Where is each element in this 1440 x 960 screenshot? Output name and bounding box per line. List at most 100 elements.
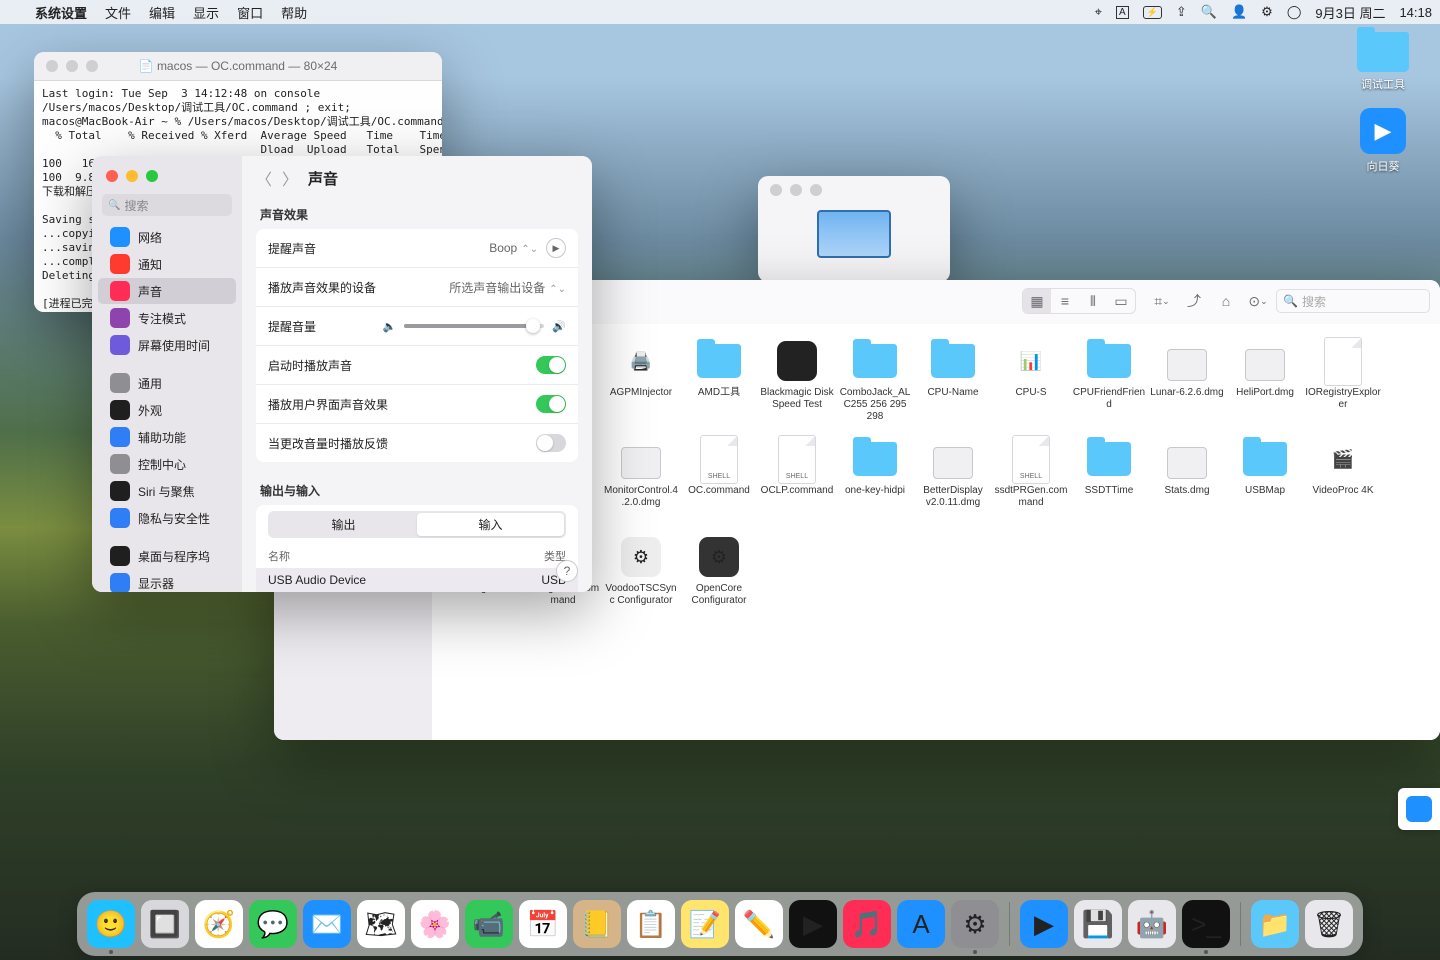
menu-help[interactable]: 帮助: [272, 3, 316, 22]
sidebar-item[interactable]: 专注模式: [98, 305, 236, 331]
sidebar-item[interactable]: 辅助功能: [98, 424, 236, 450]
sidebar-item[interactable]: 网络: [98, 224, 236, 250]
sidebar-item[interactable]: 声音: [98, 278, 236, 304]
finder-item[interactable]: ⏱Blackmagic Disk Speed Test: [758, 338, 836, 430]
alert-sound-select[interactable]: Boop⌃⌄: [489, 241, 538, 255]
dock-notes[interactable]: 📝: [681, 900, 729, 948]
settings-search[interactable]: 搜索: [102, 194, 232, 216]
finder-item[interactable]: 🖨️AGPMInjector: [602, 338, 680, 430]
menu-view[interactable]: 显示: [184, 3, 228, 22]
finder-item[interactable]: 📊CPU-S: [992, 338, 1070, 430]
finder-item[interactable]: HeliPort.dmg: [1226, 338, 1304, 430]
finder-item[interactable]: Lunar-6.2.6.dmg: [1148, 338, 1226, 430]
finder-item[interactable]: MonitorControl.4.2.0.dmg: [602, 436, 680, 528]
dock-downloads[interactable]: 📁: [1251, 900, 1299, 948]
sidebar-item[interactable]: 桌面与程序坞: [98, 543, 236, 569]
sidebar-item[interactable]: 通知: [98, 251, 236, 277]
close-button[interactable]: [46, 60, 58, 72]
status-users-icon[interactable]: 👤: [1231, 4, 1247, 20]
close-button[interactable]: [106, 170, 118, 182]
status-spotlight-icon[interactable]: 🔍: [1201, 4, 1217, 20]
sunlogin-widget[interactable]: [1398, 788, 1440, 830]
finder-item[interactable]: SHELLssdtPRGen.command: [992, 436, 1070, 528]
alert-volume-slider[interactable]: [404, 324, 544, 328]
finder-item[interactable]: SSDTTime: [1070, 436, 1148, 528]
status-siri-icon[interactable]: ◯: [1287, 4, 1302, 20]
view-mode-group[interactable]: ▦ ≡ ⫴ ▭: [1022, 288, 1136, 314]
status-shortcuts-icon[interactable]: ⇪: [1176, 4, 1187, 20]
finder-item[interactable]: BetterDisplay v2.0.11.dmg: [914, 436, 992, 528]
finder-item[interactable]: SHELLOCLP.command: [758, 436, 836, 528]
status-cursor-icon[interactable]: ⌖: [1095, 4, 1102, 20]
dock-maps[interactable]: 🗺: [357, 900, 405, 948]
play-device-select[interactable]: 所选声音输出设备⌃⌄: [449, 279, 566, 296]
sidebar-item[interactable]: 通用: [98, 370, 236, 396]
close-button[interactable]: [770, 184, 782, 196]
dock-sunlogin[interactable]: ▶: [1020, 900, 1068, 948]
finder-item[interactable]: IORegistryExplorer: [1304, 338, 1382, 430]
dock-photos[interactable]: 🌸: [411, 900, 459, 948]
dock-calendar[interactable]: 📅: [519, 900, 567, 948]
finder-item[interactable]: AMD工具: [680, 338, 758, 430]
device-row[interactable]: USB Audio DeviceUSB: [256, 568, 578, 592]
ui-sound-toggle[interactable]: [536, 395, 566, 413]
status-control-center-icon[interactable]: ⚙: [1261, 4, 1273, 20]
finder-item[interactable]: 🎬VideoProc 4K: [1304, 436, 1382, 528]
finder-item[interactable]: ComboJack_ALC255 256 295 298: [836, 338, 914, 430]
zoom-button[interactable]: [146, 170, 158, 182]
nav-back-icon[interactable]: 〈: [256, 166, 272, 190]
dock-finder[interactable]: 🙂: [87, 900, 135, 948]
status-input-icon[interactable]: A: [1116, 6, 1129, 19]
seg-input[interactable]: 输入: [417, 513, 564, 536]
menu-window[interactable]: 窗口: [228, 3, 272, 22]
dock-music[interactable]: 🎵: [843, 900, 891, 948]
dock-trash[interactable]: 🗑: [1305, 900, 1353, 948]
finder-item[interactable]: one-key-hidpi: [836, 436, 914, 528]
menu-edit[interactable]: 编辑: [140, 3, 184, 22]
volume-feedback-toggle[interactable]: [536, 434, 566, 452]
finder-item[interactable]: SHELLOC.command: [680, 436, 758, 528]
dock-automator[interactable]: 🤖: [1128, 900, 1176, 948]
dock-mail[interactable]: ✉️: [303, 900, 351, 948]
io-segmented-control[interactable]: 输出 输入: [268, 511, 566, 538]
system-settings-window[interactable]: 搜索 网络通知声音专注模式屏幕使用时间通用外观辅助功能控制中心Siri 与聚焦隐…: [92, 156, 592, 592]
help-button[interactable]: ?: [556, 560, 578, 582]
share-icon[interactable]: ⤴: [1180, 289, 1208, 313]
finder-search[interactable]: 🔍 搜索: [1276, 289, 1430, 313]
sidebar-item[interactable]: Siri 与聚焦: [98, 478, 236, 504]
dock-diskutil[interactable]: 💾: [1074, 900, 1122, 948]
finder-item[interactable]: USBMap: [1226, 436, 1304, 528]
view-gallery-icon[interactable]: ▭: [1107, 289, 1135, 313]
sidebar-item[interactable]: 显示器: [98, 570, 236, 592]
action-icon[interactable]: ⊙⌄: [1244, 289, 1272, 313]
status-date[interactable]: 9月3日 周二: [1315, 3, 1385, 22]
minimize-button[interactable]: [126, 170, 138, 182]
tag-icon[interactable]: ⌂: [1212, 289, 1240, 313]
play-alert-button[interactable]: ▶: [546, 238, 566, 258]
minimize-button[interactable]: [66, 60, 78, 72]
dock-messages[interactable]: 💬: [249, 900, 297, 948]
view-list-icon[interactable]: ≡: [1051, 289, 1079, 313]
dock-launchpad[interactable]: 🔲: [141, 900, 189, 948]
about-mac-window[interactable]: [758, 176, 950, 282]
finder-item[interactable]: CPUFriendFriend: [1070, 338, 1148, 430]
view-column-icon[interactable]: ⫴: [1079, 289, 1107, 313]
finder-item[interactable]: ⚙VoodooTSCSync Configurator: [602, 534, 680, 626]
desktop-app-sunlogin[interactable]: ▶ 向日葵: [1346, 108, 1420, 174]
status-battery-icon[interactable]: ⚡: [1143, 6, 1162, 19]
finder-item[interactable]: Stats.dmg: [1148, 436, 1226, 528]
menu-file[interactable]: 文件: [96, 3, 140, 22]
dock-reminders[interactable]: 📋: [627, 900, 675, 948]
dock-facetime[interactable]: 📹: [465, 900, 513, 948]
terminal-titlebar[interactable]: 📄 macos — OC.command — 80×24: [34, 52, 442, 81]
startup-sound-toggle[interactable]: [536, 356, 566, 374]
sidebar-item[interactable]: 外观: [98, 397, 236, 423]
group-by-icon[interactable]: ⌗⌄: [1148, 289, 1176, 313]
zoom-button[interactable]: [810, 184, 822, 196]
sidebar-item[interactable]: 隐私与安全性: [98, 505, 236, 531]
zoom-button[interactable]: [86, 60, 98, 72]
finder-item[interactable]: ⚙OpenCore Configurator: [680, 534, 758, 626]
dock-safari[interactable]: 🧭: [195, 900, 243, 948]
finder-item[interactable]: CPU-Name: [914, 338, 992, 430]
dock-terminal[interactable]: >_: [1182, 900, 1230, 948]
